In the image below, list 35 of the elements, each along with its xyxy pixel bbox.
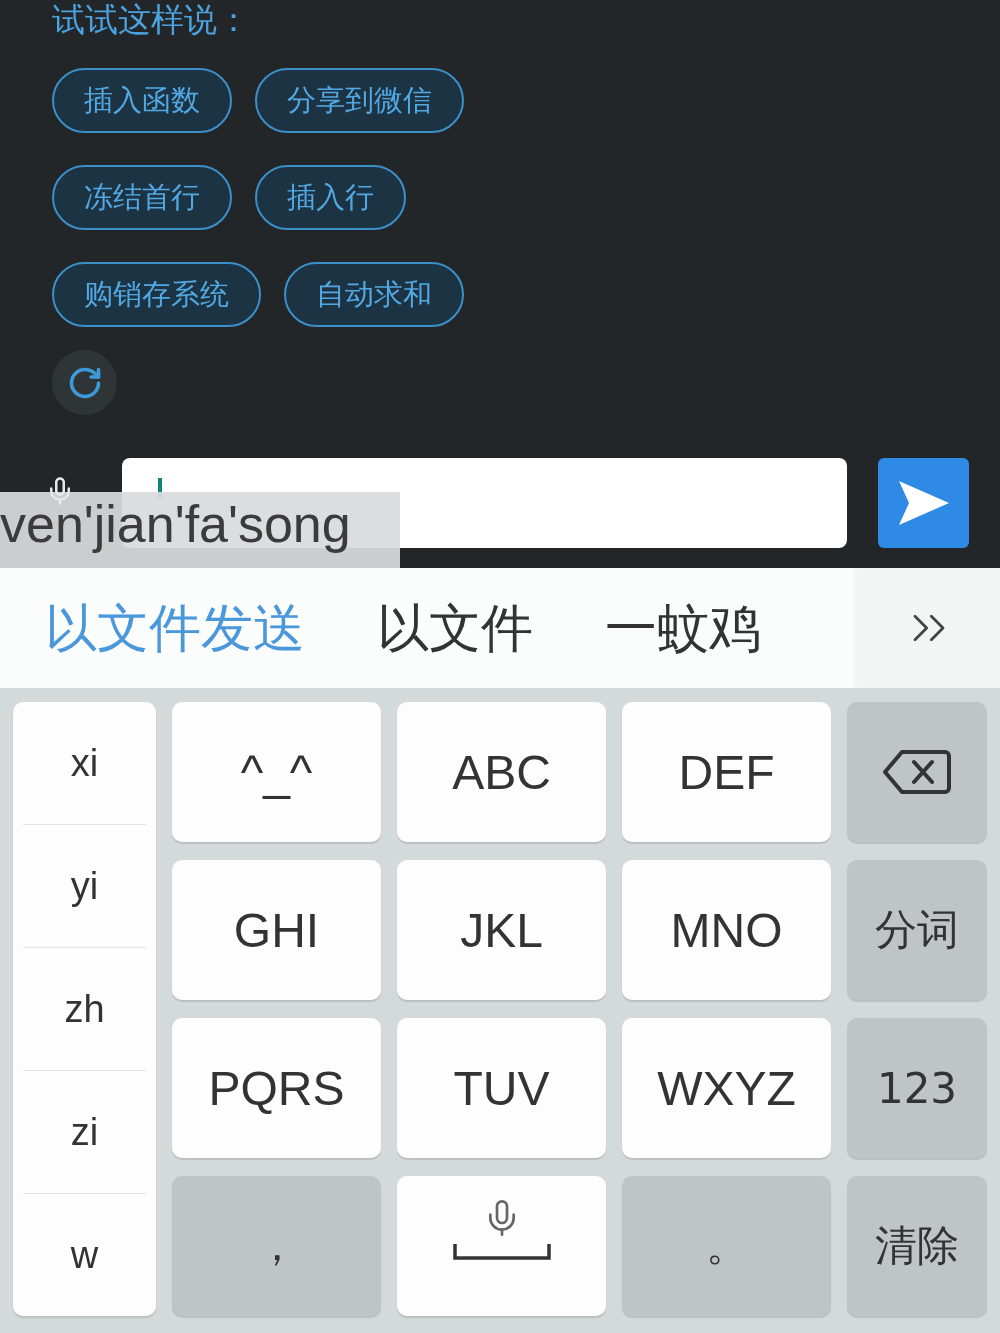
suggestion-chip[interactable]: 分享到微信 xyxy=(255,68,464,133)
keyboard-key[interactable]: MNO xyxy=(622,860,831,1000)
suggestion-chip[interactable]: 插入函数 xyxy=(52,68,232,133)
candidate-word[interactable]: 一蚊鸡 xyxy=(605,596,761,660)
suggestions-title: 试试这样说： xyxy=(52,0,250,40)
send-button[interactable] xyxy=(878,458,969,548)
keyboard-key[interactable]: ^_^ xyxy=(172,702,381,842)
suggestion-chip[interactable]: 冻结首行 xyxy=(52,165,232,230)
keyboard-key[interactable]: PQRS xyxy=(172,1018,381,1158)
suggestion-chip[interactable]: 插入行 xyxy=(255,165,406,230)
pinyin-composition-text: ven'jian'fa'song xyxy=(0,494,351,554)
space-key[interactable] xyxy=(397,1176,606,1316)
keyboard-key[interactable]: DEF xyxy=(622,702,831,842)
keyboard-key[interactable]: TUV xyxy=(397,1018,606,1158)
keyboard-key[interactable]: JKL xyxy=(397,860,606,1000)
pinyin-option[interactable]: zh xyxy=(23,948,146,1071)
keyboard-key[interactable]: ABC xyxy=(397,702,606,842)
pinyin-option[interactable]: yi xyxy=(23,825,146,948)
pinyin-option[interactable]: zi xyxy=(23,1071,146,1194)
candidate-word[interactable]: 以文件 xyxy=(377,596,533,660)
keyboard-key[interactable]: WXYZ xyxy=(622,1018,831,1158)
keyboard-key[interactable]: 清除 xyxy=(847,1176,987,1316)
suggestion-chip[interactable]: 购销存系统 xyxy=(52,262,261,327)
keyboard-key[interactable]: 123 xyxy=(847,1018,987,1158)
space-bar-icon xyxy=(452,1244,551,1260)
backspace-icon xyxy=(882,749,952,795)
keyboard-key[interactable]: 。 xyxy=(622,1176,831,1316)
suggestion-chip[interactable]: 自动求和 xyxy=(284,262,464,327)
pinyin-option[interactable]: w xyxy=(23,1194,146,1316)
keyboard-key[interactable]: 分词 xyxy=(847,860,987,1000)
keyboard-key[interactable]: GHI xyxy=(172,860,381,1000)
send-icon xyxy=(898,481,949,525)
pinyin-option[interactable]: xi xyxy=(23,702,146,825)
backspace-key[interactable] xyxy=(847,702,987,842)
keyboard-key[interactable]: ， xyxy=(172,1176,381,1316)
